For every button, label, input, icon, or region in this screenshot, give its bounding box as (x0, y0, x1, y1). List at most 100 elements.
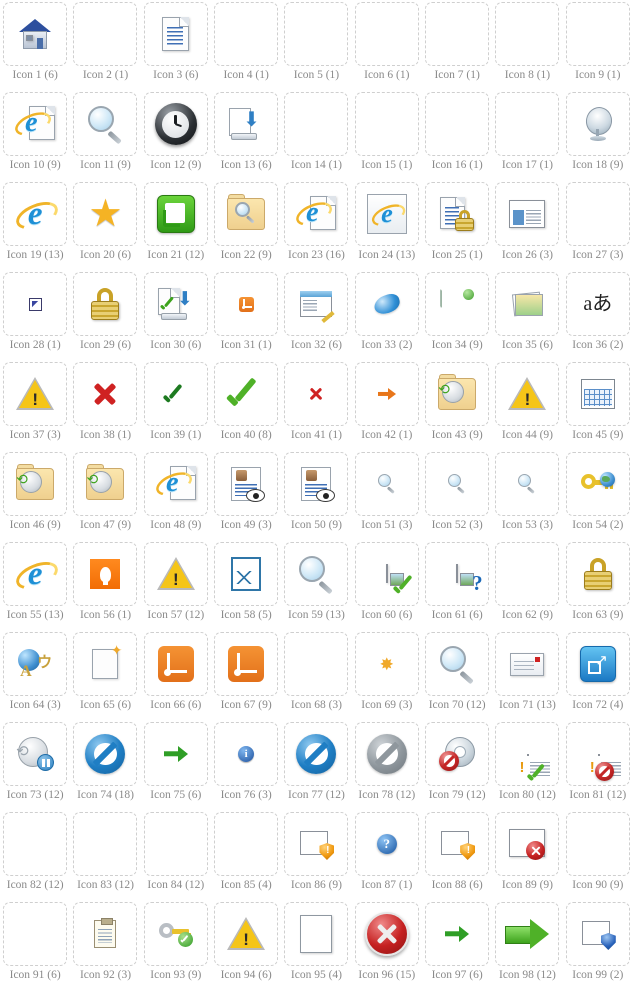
icon-cell-88[interactable]: ! Icon 88 (6) (422, 810, 492, 900)
icon-tile-warning-triangle-icon[interactable]: ! (214, 902, 279, 966)
icon-tile-new-page-icon[interactable]: ✦ (73, 632, 138, 696)
icon-cell-79[interactable]: Icon 79 (12) (422, 720, 492, 810)
icon-cell-81[interactable]: ! Icon 81 (12) (563, 720, 633, 810)
icon-cell-45[interactable]: Icon 45 (9) (563, 360, 633, 450)
icon-cell-56[interactable]: Icon 56 (1) (70, 540, 140, 630)
icon-tile-window-check-icon[interactable] (354, 542, 419, 606)
icon-tile-window-pane-icon[interactable] (495, 182, 560, 246)
icon-tile-orange-shield-bang-icon[interactable]: ! (3, 812, 68, 876)
icon-tile-gray-ban-icon[interactable] (354, 722, 419, 786)
icon-tile-key-globe-icon[interactable] (565, 452, 630, 516)
icon-cell-93[interactable]: Icon 93 (9) (141, 900, 211, 990)
icon-cell-51[interactable]: Icon 51 (3) (352, 450, 422, 540)
icon-tile-empty[interactable] (565, 2, 630, 66)
icon-tile-person-doc-eye-icon[interactable] (284, 452, 349, 516)
icon-tile-big-green-arrow-icon[interactable] (495, 902, 560, 966)
icon-tile-green-check-icon[interactable] (214, 362, 279, 426)
icon-cell-35[interactable]: Icon 35 (6) (492, 270, 562, 360)
icon-tile-warning-triangle-icon[interactable]: ! (143, 542, 208, 606)
icon-cell-71[interactable]: Icon 71 (13) (492, 630, 562, 720)
icon-tile-window-ban-bang-icon[interactable]: ! (565, 722, 630, 786)
icon-cell-54[interactable]: Icon 54 (2) (563, 450, 633, 540)
icon-tile-satellite-dish-icon[interactable] (565, 92, 630, 156)
icon-cell-33[interactable]: Icon 33 (2) (352, 270, 422, 360)
icon-cell-15[interactable]: Icon 15 (1) (352, 90, 422, 180)
icon-tile-empty[interactable] (354, 2, 419, 66)
icon-cell-65[interactable]: ✦ Icon 65 (6) (70, 630, 140, 720)
icon-tile-window-shield-icon[interactable] (565, 902, 630, 966)
icon-tile-rss-icon[interactable] (143, 632, 208, 696)
icon-cell-76[interactable]: i Icon 76 (3) (211, 720, 281, 810)
icon-cell-41[interactable]: Icon 41 (1) (281, 360, 351, 450)
icon-tile-small-magnifier-icon[interactable] (425, 452, 490, 516)
icon-tile-spark-icon[interactable]: ✸ (354, 632, 419, 696)
icon-tile-globe-language-icon[interactable]: Aウ (3, 632, 68, 696)
icon-tile-empty[interactable] (284, 92, 349, 156)
icon-tile-cascade-windows-icon[interactable] (284, 632, 349, 696)
icon-cell-57[interactable]: ! Icon 57 (12) (141, 540, 211, 630)
icon-tile-red-circle-x-icon[interactable] (354, 902, 419, 966)
icon-tile-window-question-icon[interactable]: ? (425, 542, 490, 606)
icon-cell-43[interactable]: ⟲ Icon 43 (9) (422, 360, 492, 450)
icon-tile-document-download-check-icon[interactable]: ⬇ (143, 272, 208, 336)
icon-tile-magnifier-icon[interactable] (73, 92, 138, 156)
icon-cell-92[interactable]: Icon 92 (3) (70, 900, 140, 990)
icon-tile-small-magnifier-icon[interactable] (495, 452, 560, 516)
icon-tile-ie-logo-icon[interactable]: e (3, 542, 68, 606)
icon-tile-magnifier-icon[interactable] (284, 542, 349, 606)
icon-tile-green-shield-check-icon[interactable] (3, 902, 68, 966)
icon-tile-magnifier-icon[interactable] (425, 632, 490, 696)
icon-tile-folder-search-icon[interactable] (214, 182, 279, 246)
icon-cell-9[interactable]: Icon 9 (1) (563, 0, 633, 90)
icon-cell-48[interactable]: e Icon 48 (9) (141, 450, 211, 540)
icon-cell-74[interactable]: Icon 74 (18) (70, 720, 140, 810)
icon-tile-padlock-icon[interactable] (73, 272, 138, 336)
icon-cell-16[interactable]: Icon 16 (1) (422, 90, 492, 180)
icon-tile-question-ball-icon[interactable]: ? (354, 812, 419, 876)
icon-tile-green-arrow-icon[interactable] (143, 722, 208, 786)
icon-cell-30[interactable]: ⬇ Icon 30 (6) (141, 270, 211, 360)
icon-cell-58[interactable]: Icon 58 (5) (211, 540, 281, 630)
icon-tile-multicolor-shield-icon[interactable] (565, 812, 630, 876)
icon-cell-55[interactable]: e Icon 55 (13) (0, 540, 70, 630)
icon-cell-1[interactable]: Icon 1 (6) (0, 0, 70, 90)
icon-cell-97[interactable]: Icon 97 (6) (422, 900, 492, 990)
icon-cell-36[interactable]: aあ Icon 36 (2) (563, 270, 633, 360)
icon-cell-73[interactable]: ⟲ Icon 73 (12) (0, 720, 70, 810)
icon-cell-70[interactable]: Icon 70 (12) (422, 630, 492, 720)
icon-tile-green-arrow-icon[interactable] (425, 902, 490, 966)
icon-tile-blue-ban-icon[interactable] (284, 722, 349, 786)
icon-cell-27[interactable]: ? Icon 27 (3) (563, 180, 633, 270)
icon-tile-language-icon[interactable]: aあ (565, 272, 630, 336)
icon-tile-clipboard-icon[interactable] (73, 902, 138, 966)
icon-cell-77[interactable]: Icon 77 (12) (281, 720, 351, 810)
icon-tile-orange-arrow-icon[interactable] (354, 362, 419, 426)
icon-cell-49[interactable]: Icon 49 (3) (211, 450, 281, 540)
icon-tile-key-check-icon[interactable] (143, 902, 208, 966)
icon-tile-blank-page-icon[interactable] (284, 902, 349, 966)
icon-tile-dark-clock-icon[interactable] (143, 92, 208, 156)
icon-cell-89[interactable]: Icon 89 (9) (492, 810, 562, 900)
icon-cell-34[interactable]: Icon 34 (9) (422, 270, 492, 360)
icon-tile-red-x-icon[interactable] (73, 362, 138, 426)
icon-cell-2[interactable]: Icon 2 (1) (70, 0, 140, 90)
icon-cell-22[interactable]: Icon 22 (9) (211, 180, 281, 270)
icon-tile-blue-ban-icon[interactable] (73, 722, 138, 786)
icon-tile-window-shield-bang-icon[interactable]: ! (425, 812, 490, 876)
icon-cell-28[interactable]: Icon 28 (1) (0, 270, 70, 360)
icon-tile-ie-page-icon[interactable]: e (284, 182, 349, 246)
icon-tile-blue-shield-question-icon[interactable]: ? (73, 812, 138, 876)
icon-cell-78[interactable]: Icon 78 (12) (352, 720, 422, 810)
icon-tile-empty[interactable] (495, 92, 560, 156)
icon-tile-window-shield-bang-icon[interactable]: ! (284, 812, 349, 876)
icon-cell-29[interactable]: Icon 29 (6) (70, 270, 140, 360)
icon-cell-32[interactable]: Icon 32 (6) (281, 270, 351, 360)
icon-tile-blue-external-link-icon[interactable]: ↗ (565, 632, 630, 696)
icon-cell-26[interactable]: Icon 26 (3) (492, 180, 562, 270)
icon-cell-96[interactable]: Icon 96 (15) (352, 900, 422, 990)
icon-tile-envelope-icon[interactable] (495, 632, 560, 696)
icon-tile-rss-icon[interactable] (214, 632, 279, 696)
icon-tile-empty[interactable] (354, 92, 419, 156)
icon-tile-map-pin-icon[interactable] (425, 272, 490, 336)
icon-cell-47[interactable]: ⟲ Icon 47 (9) (70, 450, 140, 540)
